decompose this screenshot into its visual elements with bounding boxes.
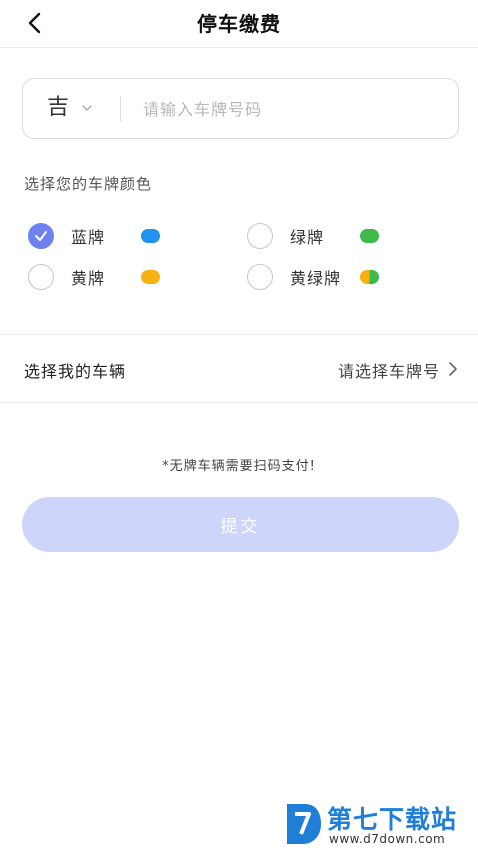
radio-unchecked-icon[interactable] [247,264,273,290]
d7down-logo-icon [287,804,321,844]
plate-color-option-blue[interactable]: 蓝牌 [28,222,160,250]
plate-color-label: 选择您的车牌颜色 [24,175,153,193]
divider [0,402,478,403]
plate-color-option-yellow-green[interactable]: 黄绿牌 [247,263,379,291]
plate-number-input[interactable] [143,94,443,124]
select-vehicle-label: 选择我的车辆 [24,362,127,381]
watermark-url: www.d7down.com [329,832,446,846]
province-value: 吉 [47,95,70,120]
province-select[interactable]: 吉 [47,93,94,123]
plate-color-option-label: 黄绿牌 [290,269,342,288]
color-swatch-yellow [141,270,160,284]
color-swatch-blue [141,229,160,243]
chevron-right-icon [449,362,457,376]
plate-color-option-label: 黄牌 [71,269,106,288]
radio-unchecked-icon[interactable] [247,223,273,249]
plate-color-option-green[interactable]: 绿牌 [247,222,379,250]
color-swatch-yellow-green [360,270,379,284]
select-vehicle-value: 请选择车牌号 [337,362,440,381]
no-plate-notice: *无牌车辆需要扫码支付! [162,459,316,474]
chevron-down-icon [82,104,92,111]
watermark-name: 第七下载站 [327,805,458,834]
color-swatch-green [360,229,379,243]
page-title: 停车缴费 [197,12,281,36]
watermark: 第七下载站 www.d7down.com [285,798,475,850]
plate-color-option-label: 绿牌 [290,228,325,247]
input-divider [120,96,121,122]
plate-color-option-label: 蓝牌 [71,228,106,247]
radio-checked-icon[interactable] [28,223,54,249]
submit-button[interactable]: 提交 [22,497,459,552]
radio-unchecked-icon[interactable] [28,264,54,290]
plate-input-box: 吉 [22,78,459,139]
select-vehicle-row[interactable]: 选择我的车辆 请选择车牌号 [0,335,478,402]
plate-color-option-yellow[interactable]: 黄牌 [28,263,160,291]
header-bar: 停车缴费 [0,0,478,48]
